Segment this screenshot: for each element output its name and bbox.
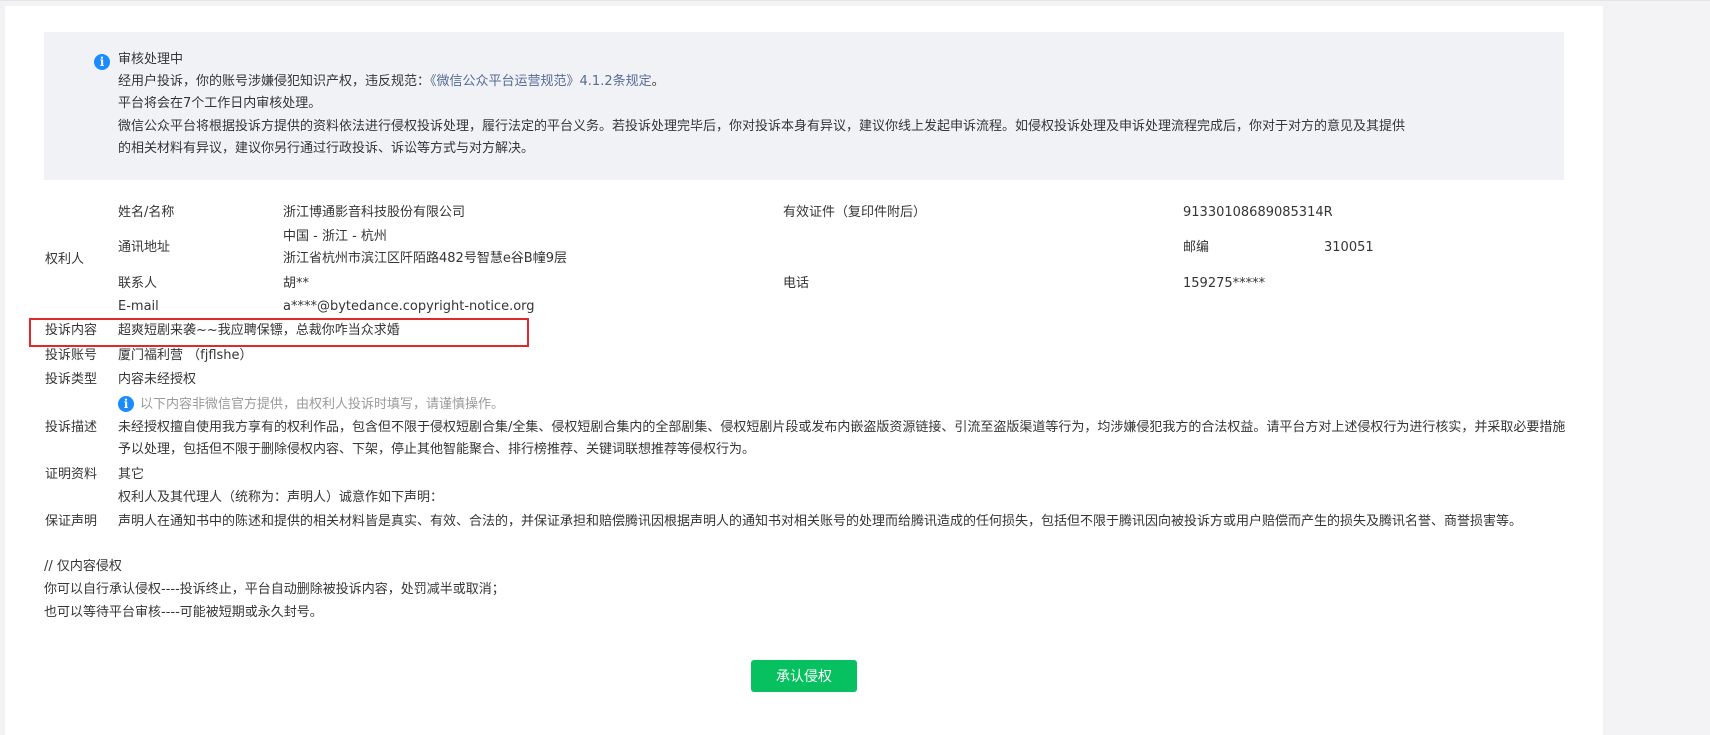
contact-value: 胡**: [283, 276, 310, 291]
name-value: 浙江博通影音科技股份有限公司: [283, 205, 466, 220]
address-region: 中国 - 浙江 - 杭州: [283, 229, 387, 244]
notice-title: 审核处理中: [118, 52, 184, 67]
address-label: 通讯地址: [118, 240, 171, 255]
rules-link[interactable]: 《微信公众平台运营规范》4.1.2条规定: [430, 74, 652, 89]
disclaimer-info-icon: i: [118, 396, 134, 412]
proof-value: 其它: [118, 467, 145, 482]
zip-label: 邮编: [1183, 240, 1210, 255]
disclaimer-text: 以下内容非微信官方提供，由权利人投诉时填写，请谨慎操作。: [140, 397, 505, 412]
footer-note-title: // 仅内容侵权: [44, 559, 122, 574]
zip-value: 310051: [1324, 240, 1374, 255]
email-label: E-mail: [118, 299, 159, 314]
guarantee-label: 保证声明: [45, 514, 98, 529]
complaint-type-value: 内容未经授权: [118, 372, 197, 387]
notice-line-3: 微信公众平台将根据投诉方提供的资料依法进行侵权投诉处理，履行法定的平台义务。若投…: [118, 119, 1406, 134]
address-detail: 浙江省杭州市滨江区阡陌路482号智慧e谷B幢9层: [283, 251, 568, 266]
notice-line-1: 经用户投诉，你的账号涉嫌侵犯知识产权，违反规范：《微信公众平台运营规范》4.1.…: [118, 74, 665, 90]
rights-holder-label: 权利人: [45, 252, 85, 267]
notice-line-1-text: 经用户投诉，你的账号涉嫌侵犯知识产权，违反规范：: [118, 74, 431, 89]
guarantee-value: 声明人在通知书中的陈述和提供的相关材料皆是真实、有效、合法的，并保证承担和赔偿腾…: [118, 514, 1523, 529]
proof-label: 证明资料: [45, 467, 98, 482]
complaint-account-value: 厦门福利营 （fjflshe）: [118, 348, 253, 363]
footer-note-option-2: 也可以等待平台审核----可能被短期或永久封号。: [44, 605, 323, 620]
phone-label: 电话: [783, 276, 810, 291]
name-label: 姓名/名称: [118, 205, 175, 220]
guarantee-intro: 权利人及其代理人（统称为：声明人）诚意作如下声明：: [118, 490, 444, 505]
notice-line-2: 平台将会在7个工作日内审核处理。: [118, 96, 322, 111]
complaint-type-label: 投诉类型: [45, 372, 98, 387]
admit-infringement-button[interactable]: 承认侵权: [751, 660, 857, 692]
complaint-content-value: 超爽短剧来袭~~我应聘保镖，总裁你咋当众求婚: [118, 323, 400, 338]
complaint-account-label: 投诉账号: [45, 348, 98, 363]
notice-line-4: 的相关材料有异议，建议你另行通过行政投诉、诉讼等方式与对方解决。: [118, 141, 535, 156]
cert-label: 有效证件（复印件附后）: [783, 205, 927, 220]
phone-value: 159275*****: [1183, 276, 1266, 291]
email-value: a****@bytedance.copyright-notice.org: [283, 299, 535, 314]
footer-note-option-1: 你可以自行承认侵权----投诉终止，平台自动删除被投诉内容，处罚减半或取消；: [44, 582, 505, 597]
complaint-content-label: 投诉内容: [45, 323, 98, 338]
review-notice: i 审核处理中 经用户投诉，你的账号涉嫌侵犯知识产权，违反规范：《微信公众平台运…: [44, 32, 1564, 180]
complaint-desc-label: 投诉描述: [45, 420, 98, 435]
top-divider: [0, 0, 1710, 1]
notice-line-1-suffix: 。: [651, 74, 665, 89]
complaint-desc-value: 未经授权擅自使用我方享有的权利作品，包含但不限于侵权短剧合集/全集、侵权短剧合集…: [118, 420, 1566, 457]
cert-value: 91330108689085314R: [1183, 205, 1333, 220]
contact-label: 联系人: [118, 276, 158, 291]
info-icon: i: [94, 54, 110, 70]
